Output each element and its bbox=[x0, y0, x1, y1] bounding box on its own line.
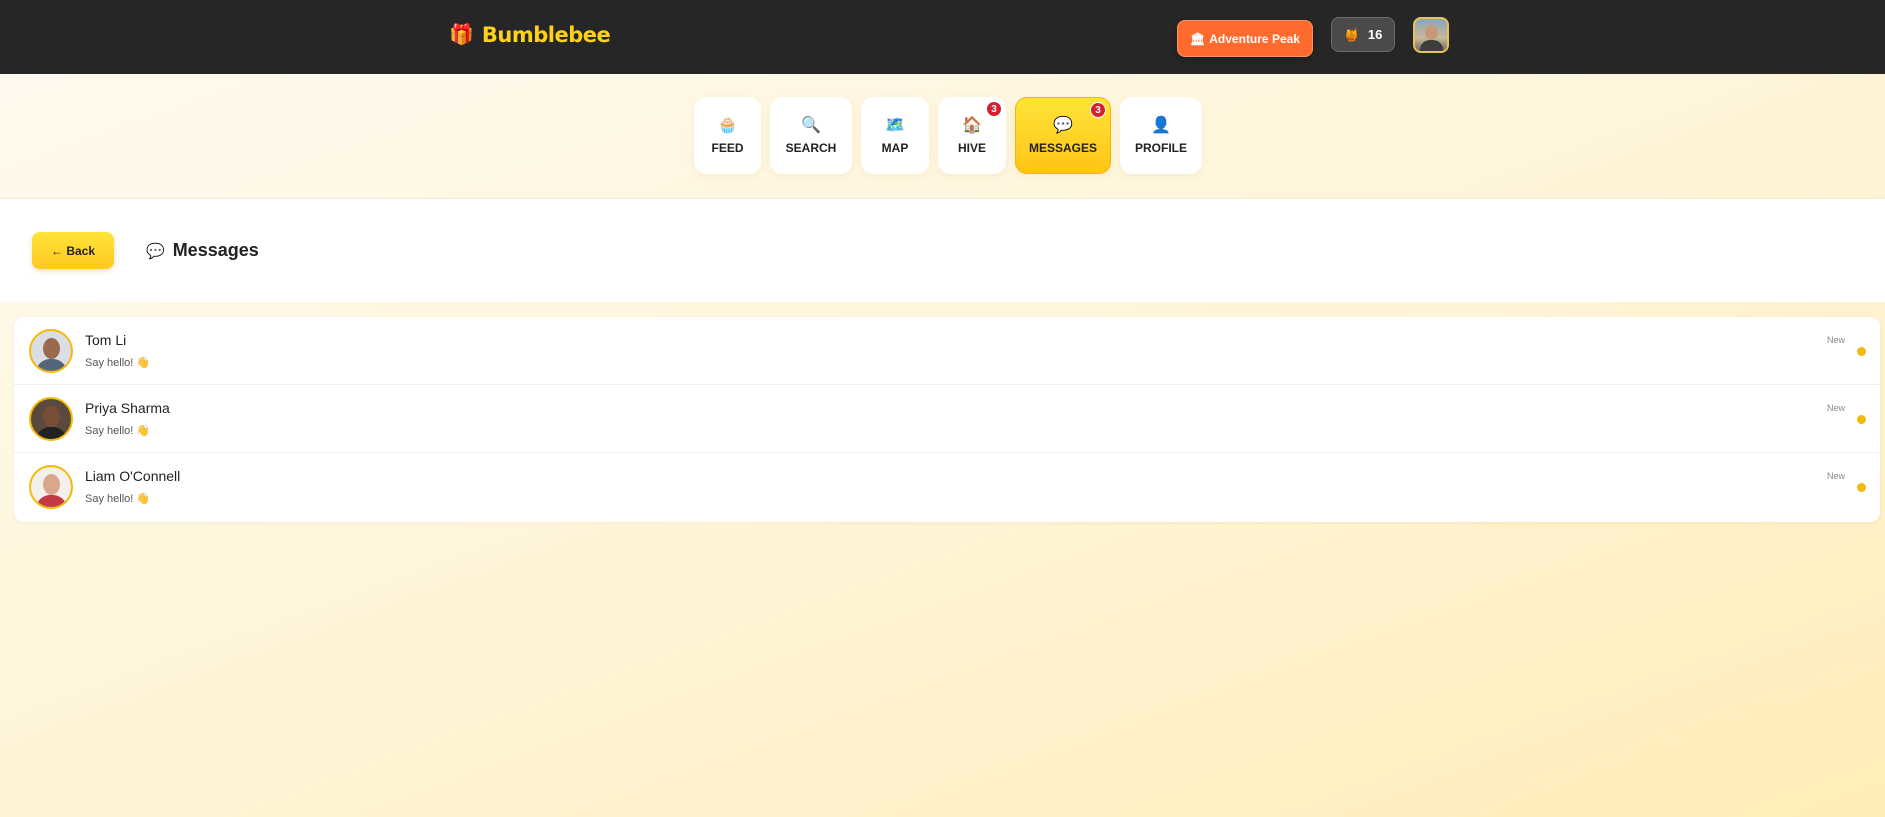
main-nav: 🧁 FEED 🔍 SEARCH 🗺️ MAP 🏠 HIVE 3 💬 MESSAG… bbox=[694, 97, 1202, 174]
unread-dot-icon bbox=[1857, 483, 1866, 492]
notification-badge: 3 bbox=[986, 101, 1002, 117]
tab-label: MESSAGES bbox=[1028, 140, 1097, 155]
contact-name: Priya Sharma bbox=[85, 400, 170, 416]
honey-count-value: 16 bbox=[1367, 27, 1383, 42]
conversation-item[interactable]: Priya Sharma Say hello! 👋 New bbox=[14, 385, 1880, 453]
house-icon: 🏠 bbox=[962, 116, 982, 134]
message-status: New bbox=[1826, 471, 1845, 481]
page-header: ← Back 💬 Messages bbox=[0, 199, 1885, 302]
person-icon: 👤 bbox=[1151, 116, 1171, 134]
tab-label: MAP bbox=[881, 140, 909, 155]
honey-counter[interactable]: 🍯 16 bbox=[1331, 17, 1395, 52]
message-preview: Say hello! 👋 bbox=[85, 357, 151, 369]
tab-search[interactable]: 🔍 SEARCH bbox=[770, 97, 852, 174]
page-title-group: 💬 Messages bbox=[146, 240, 259, 261]
avatar bbox=[29, 465, 73, 509]
tab-profile[interactable]: 👤 PROFILE bbox=[1120, 97, 1202, 174]
tab-hive[interactable]: 🏠 HIVE 3 bbox=[938, 97, 1006, 174]
tab-feed[interactable]: 🧁 FEED bbox=[694, 97, 761, 174]
notification-badge: 3 bbox=[1090, 102, 1106, 118]
building-icon: 🏛 bbox=[1190, 31, 1206, 46]
location-label: Adventure Peak bbox=[1209, 31, 1300, 46]
conversation-item[interactable]: Tom Li Say hello! 👋 New bbox=[14, 317, 1880, 385]
avatar bbox=[29, 329, 73, 373]
message-status: New bbox=[1826, 403, 1845, 413]
speech-bubble-icon: 💬 bbox=[146, 242, 165, 260]
message-status: New bbox=[1826, 335, 1845, 345]
cupcake-icon: 🧁 bbox=[717, 116, 738, 134]
tab-map[interactable]: 🗺️ MAP bbox=[861, 97, 929, 174]
honey-pot-icon: 🍯 bbox=[1343, 26, 1360, 42]
tab-messages[interactable]: 💬 MESSAGES 3 bbox=[1015, 97, 1111, 174]
message-preview: Say hello! 👋 bbox=[85, 425, 151, 437]
tab-label: HIVE bbox=[957, 140, 986, 155]
search-icon: 🔍 bbox=[801, 116, 821, 134]
tab-label: PROFILE bbox=[1134, 140, 1187, 155]
tab-label: SEARCH bbox=[785, 140, 837, 155]
location-button[interactable]: 🏛 Adventure Peak bbox=[1177, 20, 1313, 57]
avatar bbox=[29, 397, 73, 441]
brand-logo[interactable]: 🎁 Bumblebee bbox=[449, 22, 611, 48]
unread-dot-icon bbox=[1857, 415, 1866, 424]
conversation-list: Tom Li Say hello! 👋 New Priya Sharma Say… bbox=[14, 317, 1880, 522]
back-button[interactable]: ← Back bbox=[32, 232, 114, 269]
page-title: Messages bbox=[172, 240, 259, 260]
unread-dot-icon bbox=[1857, 347, 1866, 356]
map-icon: 🗺️ bbox=[885, 116, 905, 134]
contact-name: Tom Li bbox=[85, 332, 127, 348]
message-preview: Say hello! 👋 bbox=[85, 493, 151, 505]
user-avatar[interactable] bbox=[1413, 17, 1449, 53]
conversation-item[interactable]: Liam O'Connell Say hello! 👋 New bbox=[14, 453, 1880, 521]
tab-label: FEED bbox=[711, 140, 744, 155]
speech-bubble-icon: 💬 bbox=[1053, 116, 1073, 134]
brand-name: Bumblebee bbox=[481, 23, 611, 47]
bee-gift-icon: 🎁 bbox=[449, 24, 474, 46]
top-bar: 🎁 Bumblebee 🏛 Adventure Peak 🍯 16 bbox=[0, 0, 1885, 74]
contact-name: Liam O'Connell bbox=[85, 468, 181, 484]
